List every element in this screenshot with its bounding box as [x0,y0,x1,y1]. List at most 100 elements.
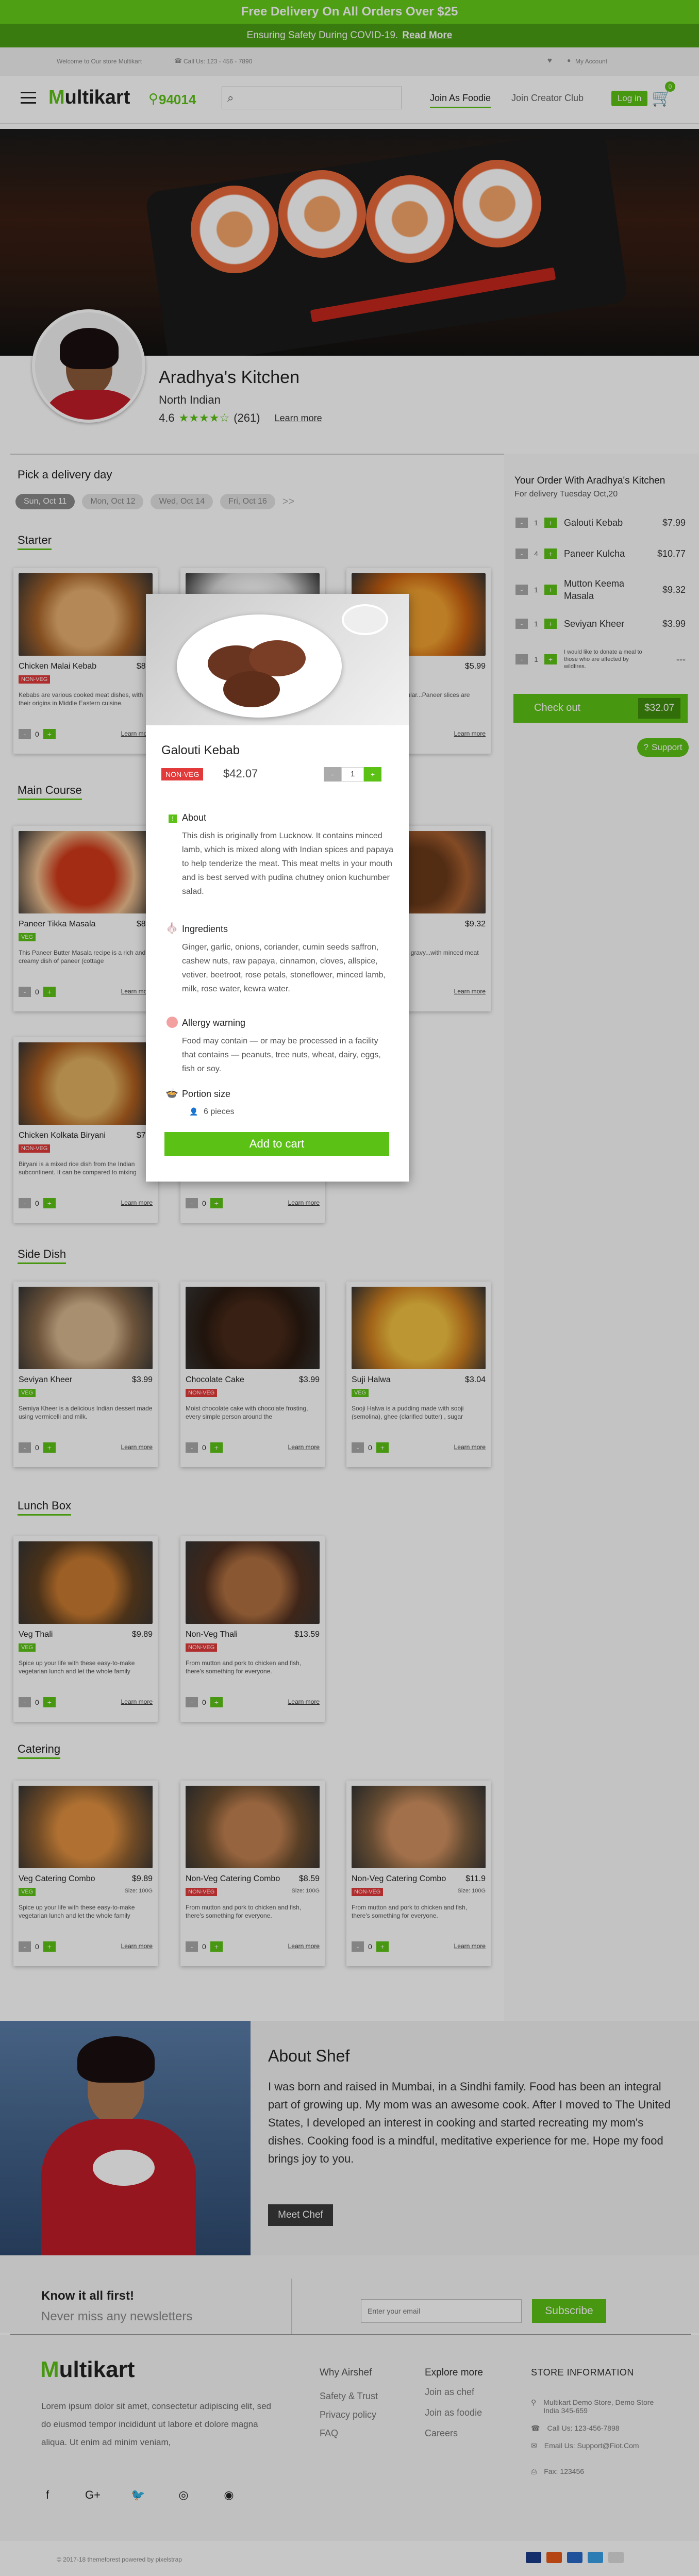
subscribe-button[interactable]: Subscribe [532,2299,606,2323]
dish-card[interactable]: Chicken Malai Kebab $8.9 NON-VEG Kebabs are… [13,568,158,754]
footer-link[interactable]: Privacy policy [320,2405,378,2424]
more-days-arrow[interactable]: >> [282,494,294,509]
logo[interactable]: Multikart [48,87,130,109]
dish-card[interactable]: Non-Veg Thali $13.59 NON-VEG From mutton an… [180,1536,325,1722]
quantity-value[interactable]: 1 [341,767,364,782]
increase-button[interactable]: + [376,1442,389,1453]
increase-button[interactable]: + [544,654,557,664]
increase-button[interactable]: + [43,1198,56,1208]
add-to-cart-button[interactable]: Add to cart [164,1132,389,1156]
increase-button[interactable]: + [544,549,557,559]
dish-card[interactable]: Veg Thali $9.89 VEG Spice up your life with… [13,1536,158,1722]
zip-code[interactable]: 94014 [159,92,196,108]
decrease-button[interactable]: - [324,767,341,782]
learn-more-link[interactable]: Learn more [454,988,486,995]
dish-card[interactable]: Chicken Kolkata Biryani $7.3 NON-VEG Biryan… [13,1037,158,1223]
menu-icon[interactable] [21,92,36,104]
footer-link[interactable]: Join as chef [425,2382,482,2402]
dish-card[interactable]: Suji Halwa $3.04 VEG Sooji Halwa is a puddi… [346,1282,491,1467]
decrease-button[interactable]: - [352,1941,364,1952]
decrease-button[interactable]: - [186,1198,198,1208]
decrease-button[interactable]: - [515,654,528,664]
decrease-button[interactable]: - [352,1442,364,1453]
decrease-button[interactable]: - [186,1941,198,1952]
learn-more-link[interactable]: Learn more [121,1942,153,1950]
decrease-button[interactable]: - [19,1442,31,1453]
decrease-button[interactable]: - [19,1198,31,1208]
decrease-button[interactable]: - [515,619,528,629]
increase-button[interactable]: + [43,729,56,739]
increase-button[interactable]: + [364,767,381,782]
learn-more-link[interactable]: Learn more [288,1942,320,1950]
decrease-button[interactable]: - [19,1697,31,1707]
footer-link[interactable]: Safety & Trust [320,2387,378,2405]
increase-button[interactable]: + [544,619,557,629]
learn-more-link[interactable]: Learn more [121,1443,153,1451]
dish-card[interactable]: Non-Veg Catering Combo $11.9 NON-VEG Size: … [346,1781,491,1966]
decrease-button[interactable]: - [19,1941,31,1952]
dish-name: Seviyan Kheer [19,1375,73,1384]
increase-button[interactable]: + [43,1697,56,1707]
increase-button[interactable]: + [210,1697,223,1707]
dish-card[interactable]: Paneer Tikka Masala $8.9 VEG This Paneer Bu… [13,826,158,1011]
footer-link[interactable]: FAQ [320,2424,378,2442]
dish-card[interactable]: Non-Veg Catering Combo $8.59 NON-VEG Size: … [180,1781,325,1966]
learn-more-link[interactable]: Learn more [288,1443,320,1451]
day-chip[interactable]: Wed, Oct 14 [151,494,213,509]
learn-more-link[interactable]: Learn more [288,1698,320,1705]
footer-link[interactable]: Join as foodie [425,2402,482,2423]
footer-logo[interactable]: Multikart [40,2357,135,2383]
decrease-button[interactable]: - [515,518,528,528]
increase-button[interactable]: + [376,1941,389,1952]
portion-icon: 🍲 [165,1088,178,1099]
decrease-button[interactable]: - [515,549,528,559]
dish-card[interactable]: Seviyan Kheer $3.99 VEG Semiya Kheer is a d… [13,1282,158,1467]
day-chip[interactable]: Mon, Oct 12 [82,494,144,509]
day-chip[interactable]: Fri, Oct 16 [220,494,275,509]
increase-button[interactable]: + [43,987,56,997]
decrease-button[interactable]: - [515,585,528,595]
twitter-icon[interactable]: 🐦 [128,2485,148,2505]
learn-more-link[interactable]: Learn more [288,1199,320,1206]
facebook-icon[interactable]: f [37,2485,58,2505]
day-chip-selected[interactable]: Sun, Oct 11 [15,494,75,509]
my-account-link[interactable]: My Account [575,58,607,65]
join-foodie-link[interactable]: Join As Foodie [430,93,491,108]
dish-price: $13.59 [294,1630,320,1639]
increase-button[interactable]: + [210,1442,223,1453]
newsletter-email-input[interactable] [361,2299,522,2323]
increase-button[interactable]: + [210,1198,223,1208]
search-box[interactable]: ⌕ [222,87,402,109]
checkout-bar[interactable]: Check out $32.07 [513,694,688,723]
increase-button[interactable]: + [210,1941,223,1952]
google-plus-icon[interactable]: G+ [82,2485,103,2505]
increase-button[interactable]: + [43,1941,56,1952]
learn-more-link[interactable]: Learn more [454,1443,486,1451]
dish-card[interactable]: Chocolate Cake $3.99 NON-VEG Moist chocolat… [180,1282,325,1467]
learn-more-link[interactable]: Learn more [454,730,486,737]
increase-button[interactable]: + [544,518,557,528]
footer-link[interactable]: Careers [425,2423,482,2444]
search-input[interactable] [242,90,396,106]
login-button[interactable]: Log in [611,91,647,106]
learn-more-link[interactable]: Learn more [454,1942,486,1950]
decrease-button[interactable]: - [19,729,31,739]
checkout-label[interactable]: Check out [534,702,580,714]
heart-icon[interactable]: ♥ [547,56,552,65]
read-more-link[interactable]: Read More [402,30,452,41]
kitchen-learn-more-link[interactable]: Learn more [275,413,322,424]
decrease-button[interactable]: - [186,1442,198,1453]
instagram-icon[interactable]: ◎ [173,2485,194,2505]
meet-chef-button[interactable]: Meet Chef [268,2204,333,2226]
rss-icon[interactable]: ◉ [219,2485,239,2505]
decrease-button[interactable]: - [19,987,31,997]
allergy-text: Food may contain — or may be processed i… [182,1037,381,1073]
join-creator-link[interactable]: Join Creator Club [511,93,584,104]
decrease-button[interactable]: - [186,1697,198,1707]
increase-button[interactable]: + [544,585,557,595]
learn-more-link[interactable]: Learn more [121,1698,153,1705]
increase-button[interactable]: + [43,1442,56,1453]
dish-card[interactable]: Veg Catering Combo $9.89 VEG Size: 100G Spic… [13,1781,158,1966]
support-button[interactable]: ? Support [637,738,689,757]
learn-more-link[interactable]: Learn more [121,1199,153,1206]
